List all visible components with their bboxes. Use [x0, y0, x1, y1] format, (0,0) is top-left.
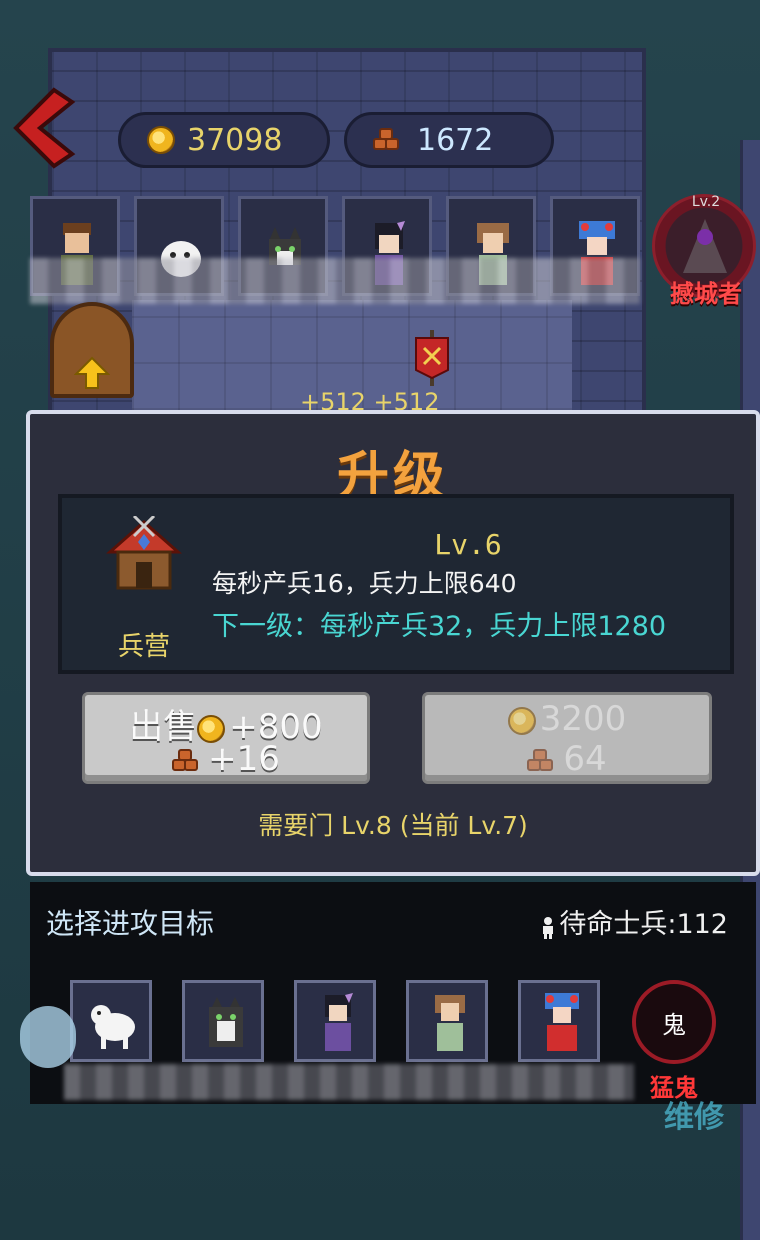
- wood-logs-icon: [527, 748, 559, 773]
- person-icon: [541, 915, 555, 939]
- wood-counter: 1672: [344, 112, 554, 168]
- wood-logs-icon: [373, 128, 405, 152]
- ghost-target[interactable]: 鬼: [632, 980, 716, 1064]
- wood-amount: 1672: [417, 122, 494, 158]
- blurred-portrait-names: [30, 258, 640, 304]
- castle-gate[interactable]: [50, 302, 134, 398]
- opera-character-icon: [545, 993, 579, 1051]
- target-card[interactable]: [182, 980, 264, 1062]
- sell-wood-amount: +16: [208, 739, 280, 779]
- ninja-girl-icon: [325, 993, 353, 1051]
- boss-sprite-icon: [683, 219, 727, 273]
- upgrade-panel: 升级 兵营 Lv.6 每秒产兵16，兵力上限640 下一级：每秒产兵32，兵力上…: [26, 410, 760, 876]
- target-card[interactable]: [406, 980, 488, 1062]
- gold-counter: 37098: [118, 112, 330, 168]
- upgrade-requirement: 需要门 Lv.8 (当前 Lv.7): [258, 811, 528, 840]
- upgrade-wood-cost: 64: [563, 739, 607, 779]
- upgrade-gold-cost: 3200: [539, 699, 627, 739]
- sell-button[interactable]: 出售 +800 +16: [82, 692, 370, 784]
- cat-icon: [209, 997, 243, 1047]
- attack-target-panel: 选择进攻目标 待命士兵:112 鬼 猛鬼: [30, 882, 756, 1104]
- building-level: Lv.6: [434, 528, 502, 561]
- gold-amount: 37098: [187, 122, 283, 158]
- wood-logs-icon: [172, 748, 204, 773]
- standby-soldiers-label: 待命士兵:112: [559, 909, 728, 940]
- character-sprite-icon: [435, 995, 465, 1051]
- target-card[interactable]: [70, 980, 152, 1062]
- building-info-box: 兵营 Lv.6 每秒产兵16，兵力上限640 下一级：每秒产兵32，兵力上限12…: [58, 494, 734, 674]
- back-arrow-icon[interactable]: [8, 86, 78, 170]
- target-card[interactable]: [518, 980, 600, 1062]
- ghost-badge: 鬼: [662, 1010, 686, 1039]
- next-level-stats: 下一级：每秒产兵32，兵力上限1280: [212, 611, 667, 642]
- current-stats: 每秒产兵16，兵力上限640: [212, 569, 517, 598]
- upgrade-button[interactable]: 3200 64: [422, 692, 712, 784]
- chat-bubble-icon[interactable]: [20, 1006, 76, 1068]
- standby-soldiers: 待命士兵:112: [541, 902, 728, 941]
- barracks-icon: [106, 516, 182, 590]
- gold-coin-icon: [147, 126, 175, 154]
- repair-label[interactable]: 维修: [664, 1092, 724, 1136]
- boss-level: Lv.2: [691, 194, 721, 210]
- white-dog-icon: [91, 1005, 135, 1049]
- target-card[interactable]: [294, 980, 376, 1062]
- upgrade-arrow-icon: [74, 356, 110, 389]
- boss-name: 撼城者: [670, 280, 742, 308]
- gold-coin-icon: [507, 706, 536, 735]
- blurred-target-names: [64, 1064, 634, 1100]
- battle-flag-icon[interactable]: [412, 330, 452, 386]
- attack-panel-title: 选择进攻目标: [46, 907, 215, 940]
- building-name: 兵营: [117, 632, 170, 662]
